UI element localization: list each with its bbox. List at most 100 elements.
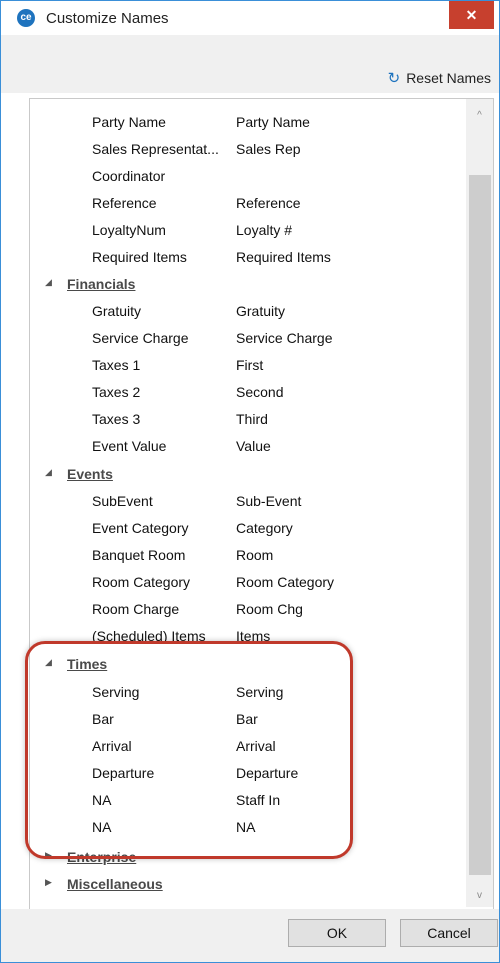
field-name: Sales Representat... — [92, 141, 219, 157]
group-label[interactable]: Financials — [67, 276, 135, 292]
field-custom-name[interactable]: Staff In — [236, 792, 280, 808]
close-button[interactable]: ✕ — [449, 1, 494, 29]
field-custom-name[interactable]: Category — [236, 520, 293, 536]
row-room-category[interactable]: Room Category Room Category — [30, 568, 460, 595]
row-service-charge[interactable]: Service Charge Service Charge — [30, 324, 460, 351]
row-event-category[interactable]: Event Category Category — [30, 514, 460, 541]
scroll-down-arrow-icon[interactable]: v — [466, 885, 493, 907]
vertical-scrollbar[interactable]: ^ v — [466, 99, 493, 907]
expanded-triangle-icon[interactable]: ◢ — [45, 277, 52, 288]
field-name: Event Category — [92, 520, 189, 536]
field-custom-name[interactable]: Sales Rep — [236, 141, 301, 157]
group-events[interactable]: ◢ Events — [30, 460, 460, 487]
reset-icon: ↻ — [387, 70, 401, 87]
row-coordinator[interactable]: Coordinator — [30, 162, 460, 189]
row-bar[interactable]: Bar Bar — [30, 705, 460, 732]
app-logo-icon: ce — [17, 9, 35, 27]
field-custom-name[interactable]: Second — [236, 384, 283, 400]
ok-button[interactable]: OK — [288, 919, 386, 947]
field-custom-name[interactable]: Sub-Event — [236, 493, 301, 509]
field-custom-name[interactable]: Room Chg — [236, 601, 303, 617]
field-custom-name[interactable]: Bar — [236, 711, 258, 727]
field-custom-name[interactable]: First — [236, 357, 263, 373]
row-banquet-room[interactable]: Banquet Room Room — [30, 541, 460, 568]
row-arrival[interactable]: Arrival Arrival — [30, 732, 460, 759]
field-name: LoyaltyNum — [92, 222, 166, 238]
field-custom-name[interactable]: Items — [236, 628, 270, 644]
field-custom-name[interactable]: Arrival — [236, 738, 276, 754]
field-custom-name[interactable]: Serving — [236, 684, 283, 700]
reset-names-button[interactable]: ↻ Reset Names — [388, 69, 491, 87]
row-event-value[interactable]: Event Value Value — [30, 432, 460, 459]
field-custom-name[interactable]: Room Category — [236, 574, 334, 590]
group-financials[interactable]: ◢ Financials — [30, 270, 460, 297]
row-na-na[interactable]: NA NA — [30, 813, 460, 840]
row-subevent[interactable]: SubEvent Sub-Event — [30, 487, 460, 514]
cancel-button[interactable]: Cancel — [400, 919, 498, 947]
field-name: Bar — [92, 711, 114, 727]
row-required-items[interactable]: Required Items Required Items — [30, 243, 460, 270]
group-label[interactable]: Events — [67, 466, 113, 482]
group-enterprise[interactable]: ▶ Enterprise — [30, 843, 460, 870]
collapsed-triangle-icon[interactable]: ▶ — [45, 877, 52, 888]
field-custom-name[interactable]: Departure — [236, 765, 298, 781]
customize-names-dialog: ce Customize Names ✕ ↻ Reset Names Party … — [0, 0, 500, 963]
field-name: (Scheduled) Items — [92, 628, 206, 644]
field-custom-name[interactable]: Required Items — [236, 249, 331, 265]
group-miscellaneous[interactable]: ▶ Miscellaneous — [30, 870, 460, 897]
field-name: SubEvent — [92, 493, 153, 509]
window-title: Customize Names — [46, 10, 169, 27]
expanded-triangle-icon[interactable]: ◢ — [45, 657, 52, 668]
row-room-charge[interactable]: Room Charge Room Chg — [30, 595, 460, 622]
expanded-triangle-icon[interactable]: ◢ — [45, 467, 52, 478]
toolbar: ↻ Reset Names — [1, 35, 499, 93]
row-party-name[interactable]: Party Name Party Name — [30, 108, 460, 135]
field-name: Taxes 2 — [92, 384, 141, 400]
row-serving[interactable]: Serving Serving — [30, 678, 460, 705]
field-name: Reference — [92, 195, 157, 211]
row-departure[interactable]: Departure Departure — [30, 759, 460, 786]
field-custom-name[interactable]: Loyalty # — [236, 222, 292, 238]
row-reference[interactable]: Reference Reference — [30, 189, 460, 216]
field-name: Taxes 3 — [92, 411, 141, 427]
field-name: Gratuity — [92, 303, 142, 319]
field-custom-name[interactable]: Party Name — [236, 114, 310, 130]
row-gratuity[interactable]: Gratuity Gratuity — [30, 297, 460, 324]
row-taxes-3[interactable]: Taxes 3 Third — [30, 405, 460, 432]
scrollbar-thumb[interactable] — [469, 175, 491, 875]
field-name: Event Value — [92, 438, 167, 454]
field-name: Serving — [92, 684, 140, 700]
reset-names-label: Reset Names — [406, 70, 491, 86]
dialog-footer: OK Cancel — [1, 909, 499, 962]
field-name: Required Items — [92, 249, 187, 265]
field-custom-name[interactable]: Service Charge — [236, 330, 333, 346]
row-taxes-1[interactable]: Taxes 1 First — [30, 351, 460, 378]
group-label[interactable]: Enterprise — [67, 849, 136, 865]
field-custom-name[interactable]: Room — [236, 547, 273, 563]
field-name: Party Name — [92, 114, 166, 130]
field-name: Service Charge — [92, 330, 189, 346]
row-na-staff-in[interactable]: NA Staff In — [30, 786, 460, 813]
group-label[interactable]: Miscellaneous — [67, 876, 163, 892]
row-scheduled-items[interactable]: (Scheduled) Items Items — [30, 622, 460, 649]
field-custom-name[interactable]: NA — [236, 819, 255, 835]
field-name: Room Category — [92, 574, 191, 590]
title-bar: ce Customize Names ✕ — [1, 1, 499, 35]
field-name: Departure — [92, 765, 155, 781]
field-custom-name[interactable]: Reference — [236, 195, 301, 211]
field-name: Banquet Room — [92, 547, 186, 563]
collapsed-triangle-icon[interactable]: ▶ — [45, 850, 52, 861]
field-custom-name[interactable]: Gratuity — [236, 303, 285, 319]
field-name: Coordinator — [92, 168, 166, 184]
group-times[interactable]: ◢ Times — [30, 650, 460, 677]
field-name: NA — [92, 819, 112, 835]
scroll-up-arrow-icon[interactable]: ^ — [466, 105, 493, 127]
row-sales-representative[interactable]: Sales Representat... Sales Rep — [30, 135, 460, 162]
field-custom-name[interactable]: Value — [236, 438, 271, 454]
row-taxes-2[interactable]: Taxes 2 Second — [30, 378, 460, 405]
group-label[interactable]: Times — [67, 656, 107, 672]
names-tree-panel[interactable]: Party Name Party Name Sales Representat..… — [29, 98, 494, 910]
field-name: Room Charge — [92, 601, 180, 617]
row-loyaltynum[interactable]: LoyaltyNum Loyalty # — [30, 216, 460, 243]
field-custom-name[interactable]: Third — [236, 411, 268, 427]
